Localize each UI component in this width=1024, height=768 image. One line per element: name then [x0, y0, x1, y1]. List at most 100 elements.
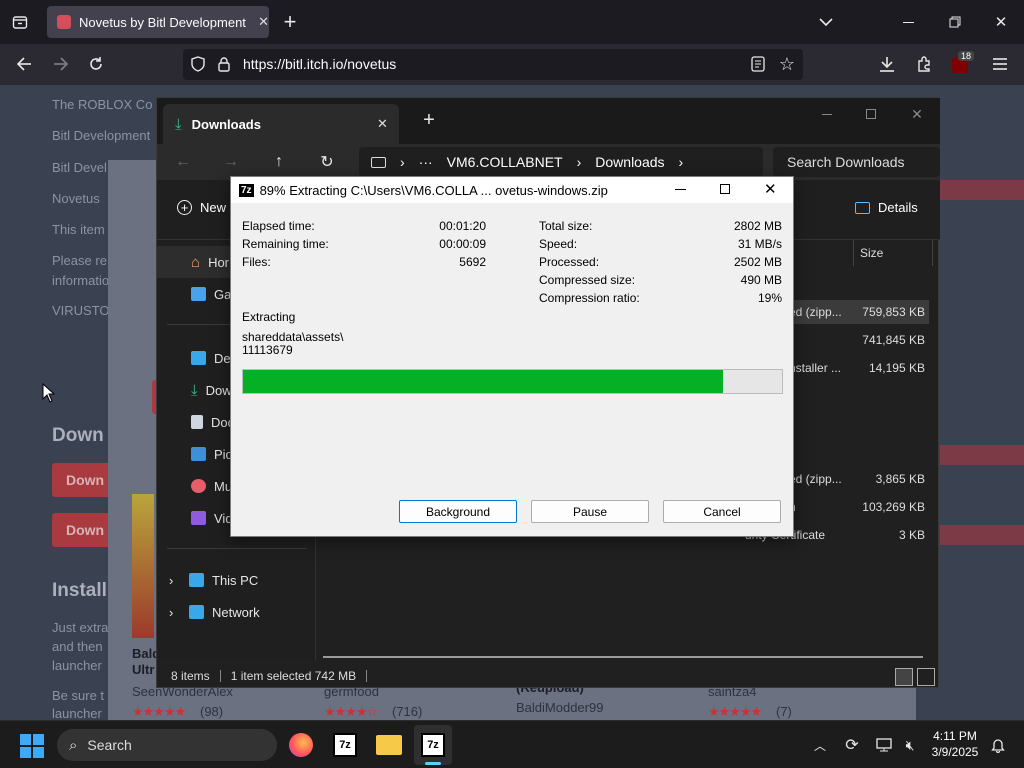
- extensions-icon[interactable]: [914, 54, 934, 74]
- reader-view-icon[interactable]: [749, 55, 767, 73]
- sidebar-item-downloads[interactable]: ⤓ Dow: [157, 374, 232, 406]
- new-tab-icon[interactable]: +: [280, 9, 300, 34]
- up-icon[interactable]: ↑: [269, 152, 289, 172]
- maximize-icon[interactable]: [720, 184, 730, 194]
- details-button[interactable]: Details: [855, 200, 918, 215]
- close-tab-icon[interactable]: ✕: [377, 116, 388, 132]
- close-window-icon[interactable]: ✕: [907, 104, 927, 124]
- cancel-button[interactable]: Cancel: [663, 500, 781, 523]
- minimize-icon[interactable]: [898, 12, 918, 32]
- sidebar-item-desktop[interactable]: Des: [157, 342, 237, 374]
- close-window-icon[interactable]: ✕: [991, 12, 1011, 32]
- list-all-tabs-icon[interactable]: [816, 12, 836, 32]
- sidebar-label: Hor: [208, 254, 230, 270]
- page-text-line: This item: [52, 222, 105, 237]
- gallery-icon: [191, 287, 206, 301]
- clock[interactable]: 4:11 PM 3/9/2025: [925, 728, 985, 760]
- minimize-icon[interactable]: [817, 104, 837, 124]
- menu-icon[interactable]: [990, 54, 1010, 74]
- new-tab-icon[interactable]: +: [419, 109, 439, 131]
- game-thumbnail[interactable]: [132, 494, 154, 638]
- details-view-icon[interactable]: [895, 668, 913, 686]
- compression-ratio-label: Compression ratio:: [539, 291, 640, 305]
- expand-chevron-icon[interactable]: ›: [169, 605, 181, 620]
- file-explorer-icon[interactable]: [376, 735, 402, 755]
- file-size: 3 KB: [898, 528, 925, 542]
- rating-count: (716): [392, 704, 423, 719]
- home-icon: ⌂: [191, 253, 201, 271]
- address-bar[interactable]: https://bitl.itch.io/novetus ☆: [183, 49, 803, 80]
- back-icon[interactable]: [14, 54, 34, 74]
- files-label: Files:: [242, 255, 271, 269]
- breadcrumb[interactable]: › ··· VM6.COLLABNET › Downloads ›: [359, 147, 763, 177]
- processed-value: 2502 MB: [733, 255, 782, 269]
- game-author[interactable]: BaldiModder99: [516, 700, 603, 715]
- explorer-tab[interactable]: ⤓ Downloads ✕: [163, 104, 399, 144]
- column-header-size[interactable]: Size: [853, 240, 933, 266]
- 7zip-icon[interactable]: 7z: [333, 733, 357, 757]
- tab-list-icon[interactable]: [10, 12, 30, 32]
- forward-icon[interactable]: →: [221, 152, 241, 172]
- speed-value: 31 MB/s: [737, 237, 782, 251]
- volume-muted-icon[interactable]: 🔇︎: [900, 735, 920, 755]
- tree-item-network[interactable]: › Network: [157, 596, 260, 628]
- shield-icon[interactable]: [189, 55, 207, 73]
- network-icon[interactable]: [874, 735, 894, 755]
- tiles-view-icon[interactable]: [917, 668, 935, 686]
- red-banner: [940, 525, 1024, 545]
- horizontal-scrollbar[interactable]: [323, 656, 923, 658]
- red-banner: [940, 180, 1024, 200]
- dialog-title-bar[interactable]: 7z 89% Extracting C:\Users\VM6.COLLA ...…: [231, 177, 793, 203]
- close-tab-icon[interactable]: ✕: [258, 14, 269, 30]
- 7zip-active-icon[interactable]: 7z: [414, 725, 452, 765]
- reload-icon[interactable]: [86, 54, 106, 74]
- new-button[interactable]: + New: [177, 200, 226, 215]
- breadcrumb-chevron-icon: ›: [576, 154, 582, 170]
- forward-icon[interactable]: [51, 54, 71, 74]
- page-text-line: Novetus: [52, 191, 100, 206]
- taskbar: ⌕ Search 7z 7z ︿ ⟳ 🔇︎ 4:11 PM 3/9/2025: [0, 720, 1024, 768]
- extraction-dialog: 7z 89% Extracting C:\Users\VM6.COLLA ...…: [230, 176, 794, 537]
- sidebar-label: Dow: [205, 382, 232, 398]
- back-icon[interactable]: ←: [173, 152, 193, 172]
- background-button[interactable]: Background: [399, 500, 517, 523]
- cancel-button-label: Cancel: [703, 504, 741, 519]
- close-icon[interactable]: ✕: [764, 180, 777, 198]
- current-path-line: shareddata\assets\: [242, 330, 344, 344]
- documents-icon: [191, 415, 203, 429]
- pause-button[interactable]: Pause: [531, 500, 649, 523]
- sidebar-item-gallery[interactable]: Gall: [157, 278, 237, 310]
- sidebar-item-music[interactable]: Mu: [157, 470, 232, 502]
- sidebar-item-documents[interactable]: Doc: [157, 406, 234, 438]
- notification-bell-icon[interactable]: [988, 735, 1008, 755]
- tree-item-this-pc[interactable]: › This PC: [157, 564, 258, 596]
- sidebar-item-videos[interactable]: Vid: [157, 502, 233, 534]
- downloads-icon[interactable]: [877, 54, 897, 74]
- red-banner: [940, 445, 1024, 465]
- sync-icon[interactable]: ⟳: [842, 735, 862, 755]
- taskbar-search[interactable]: ⌕ Search: [57, 729, 277, 761]
- search-input[interactable]: Search Downloads: [773, 147, 940, 177]
- lock-icon[interactable]: [215, 55, 233, 73]
- firefox-icon[interactable]: [289, 733, 313, 757]
- bookmark-star-icon[interactable]: ☆: [777, 54, 797, 74]
- restore-icon[interactable]: [945, 12, 965, 32]
- page-text-line: Bitl Devel: [52, 160, 107, 175]
- sidebar-item-pictures[interactable]: Pict: [157, 438, 236, 470]
- breadcrumb-item[interactable]: VM6.COLLABNET: [447, 154, 563, 170]
- expand-chevron-icon[interactable]: ›: [169, 573, 181, 588]
- show-hidden-icons-icon[interactable]: ︿: [810, 735, 830, 755]
- rating-count: (98): [200, 704, 224, 719]
- maximize-icon[interactable]: [861, 104, 881, 124]
- minimize-icon[interactable]: [675, 189, 686, 190]
- breadcrumb-item[interactable]: Downloads: [595, 154, 664, 170]
- start-windows-icon[interactable]: [20, 734, 44, 758]
- more-icon[interactable]: ···: [419, 154, 433, 170]
- download-button[interactable]: Down: [52, 463, 112, 497]
- browser-tab-novetus[interactable]: Novetus by Bitl Development Studio ✕: [47, 6, 269, 38]
- extension-badge: 18: [958, 51, 975, 61]
- download-button[interactable]: Down: [52, 513, 112, 547]
- url-text[interactable]: https://bitl.itch.io/novetus: [243, 56, 396, 72]
- be-sure-text: Be sure t: [52, 688, 105, 703]
- refresh-icon[interactable]: ↻: [317, 152, 337, 172]
